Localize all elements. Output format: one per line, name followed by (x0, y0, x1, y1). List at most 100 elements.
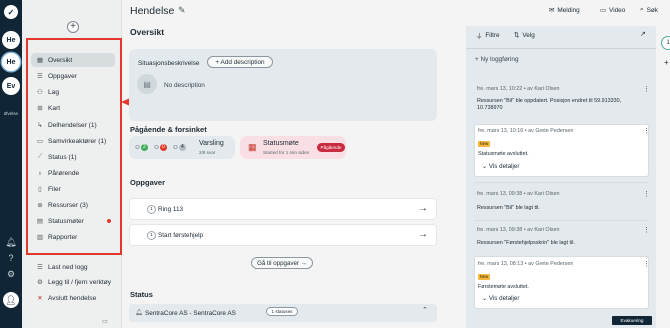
log-text: Ressursen "Førstehjelpsskrin" ble lagt t… (477, 240, 575, 246)
add-description-button[interactable]: + Add description (207, 56, 273, 68)
tools-label: Legg til / fjern verktøy (48, 278, 112, 286)
video-label: Video (609, 6, 626, 14)
task-row[interactable]: 1 Ring 113 → (129, 198, 437, 220)
page-title: Hendelse (130, 5, 175, 17)
details-button[interactable]: ⌄ Vis detaljer (482, 163, 519, 170)
count-green: 2 (140, 144, 148, 151)
select-icon: ⇅ (514, 32, 520, 39)
status-heading: Status (130, 290, 153, 299)
details-label: Vis detaljer (488, 163, 520, 170)
count-red: 0 (159, 144, 167, 151)
bell-icon[interactable]: 🔔︎ (5, 236, 17, 248)
details-label: Vis detaljer (488, 295, 520, 302)
task-number: 1 (147, 205, 156, 214)
tools-icon: ⚙ (37, 279, 43, 286)
incident-avatar-1[interactable]: He (2, 31, 20, 49)
message-icon: ✉ (549, 7, 555, 14)
edit-icon[interactable]: ✎ (178, 5, 186, 16)
log-meta: fre. mars 13, 09:38 • av Kari Olsen (477, 227, 560, 233)
meeting-title: Statusmøte (263, 140, 299, 147)
download-log-button[interactable]: ☰ Last ned logg (31, 261, 88, 273)
task-label: Start førstehjelp (158, 232, 204, 239)
more-icon[interactable]: ⋮ (643, 85, 650, 93)
filter-button[interactable]: ⏚ Filtre (476, 31, 500, 40)
person-icon: ⚇ (135, 144, 140, 151)
alert-title: Varsling (199, 140, 224, 147)
evacuation-badge[interactable]: Evakuering (612, 316, 652, 325)
arrow-right-icon: → (418, 203, 428, 214)
ongoing-badge: Pågående (317, 143, 345, 152)
log-divider (466, 48, 656, 49)
more-icon[interactable]: ⋮ (643, 190, 650, 198)
log-separator (474, 182, 649, 183)
search-icon: ⌕ (640, 6, 644, 13)
task-row[interactable]: 1 Start førstehjelp → (129, 224, 437, 246)
filter-label: Filtre (485, 32, 500, 39)
log-meta: fre. mars 13, 10:16 • av Grete Pedersen (478, 128, 574, 134)
situation-label: Situasjonsbeskrivelse (138, 60, 200, 67)
exercise-label: Øvelse (3, 111, 18, 116)
message-button[interactable]: ✉ Melding (549, 6, 580, 15)
log-meta: fre. mars 13, 10:22 • av Kari Olsen (477, 86, 560, 92)
external-link-icon[interactable]: ↗ (640, 30, 646, 38)
user-avatar[interactable]: 👤︎ (3, 292, 19, 308)
status-count-badge: 1 statuses (266, 307, 298, 316)
search-button[interactable]: ⌕ Søk (640, 6, 658, 14)
meeting-sub: Started for 1 min siden (263, 150, 310, 155)
video-icon: ▭ (600, 7, 607, 14)
no-description-text: No description (164, 82, 205, 89)
overview-heading: Oversikt (130, 27, 165, 37)
tasks-heading: Oppgaver (130, 178, 166, 187)
task-label: Ring 113 (158, 206, 184, 213)
add-panel-icon[interactable]: + (664, 58, 669, 67)
goto-tasks-button[interactable]: Gå til oppgaver → (251, 257, 313, 269)
document-icon: ▤ (137, 74, 157, 94)
search-label: Søk (646, 6, 658, 14)
chevron-up-icon[interactable]: ⌃ (422, 306, 428, 314)
details-button[interactable]: ⌄ Vis detaljer (482, 295, 519, 302)
alert-count-gray: ⚇ 4 (173, 144, 186, 151)
new-badge: New (478, 141, 490, 147)
end-incident-label: Avslutt hendelse (48, 294, 97, 302)
video-button[interactable]: ▭ Video (600, 6, 626, 15)
log-text: Statusmøte avsluttet. (478, 151, 529, 157)
calendar-icon: ▦ (248, 142, 257, 152)
more-icon[interactable]: ⋮ (643, 226, 650, 234)
count-gray: 4 (178, 144, 186, 151)
download-log-label: Last ned logg (48, 263, 88, 271)
alert-sub: 2/8 svar (199, 150, 216, 155)
tools-button[interactable]: ⚙ Legg til / fjern verktøy (31, 276, 111, 288)
message-label: Melding (557, 6, 580, 14)
app-logo-icon[interactable]: ✓ (4, 5, 18, 19)
incident-avatar-3[interactable]: Ev (2, 77, 20, 95)
more-icon[interactable]: ⋮ (643, 260, 650, 268)
new-item-button[interactable]: + (67, 21, 79, 33)
ongoing-heading: Pågående & forsinket (130, 125, 207, 134)
bell-icon: 🔔︎ (135, 310, 143, 316)
collapse-panel-icon[interactable]: ▭ (102, 318, 108, 325)
task-number: 1 (147, 231, 156, 240)
log-text: Førstemøte avsluttet. (478, 284, 529, 290)
person-icon: ⚇ (154, 144, 159, 151)
log-separator (474, 220, 649, 221)
status-label: SentraCore AS - SentraCore AS (145, 310, 236, 317)
more-icon[interactable]: ⋮ (643, 127, 650, 135)
select-label: Velg (522, 31, 535, 39)
arrow-right-icon: → (418, 229, 428, 240)
alert-count-green: ⚇ 2 (135, 144, 148, 151)
new-log-entry-button[interactable]: + Ny loggføring (475, 56, 519, 63)
filter-icon: ⏚ (476, 33, 483, 40)
person-icon: ⚇ (173, 144, 178, 151)
download-icon: ☰ (37, 264, 43, 271)
settings-icon[interactable]: ⚙ (5, 268, 17, 280)
select-button[interactable]: ⇅ Velg (514, 31, 535, 40)
log-meta: fre. mars 13, 09:38 • av Kari Olsen (477, 191, 560, 197)
help-icon[interactable]: ? (5, 252, 17, 264)
log-text: Ressursen "Bil" ble lagt til. (477, 205, 540, 211)
incident-avatar-2[interactable]: He (2, 53, 20, 71)
right-panel-tab[interactable]: 1 (661, 36, 670, 50)
end-incident-button[interactable]: ✕ Avslutt hendelse (31, 292, 96, 304)
close-icon: ✕ (37, 295, 43, 302)
log-text: Ressursen "Bil" ble oppdatert. Posisjon … (477, 98, 622, 111)
chevron-down-icon: ⌄ (482, 163, 488, 170)
